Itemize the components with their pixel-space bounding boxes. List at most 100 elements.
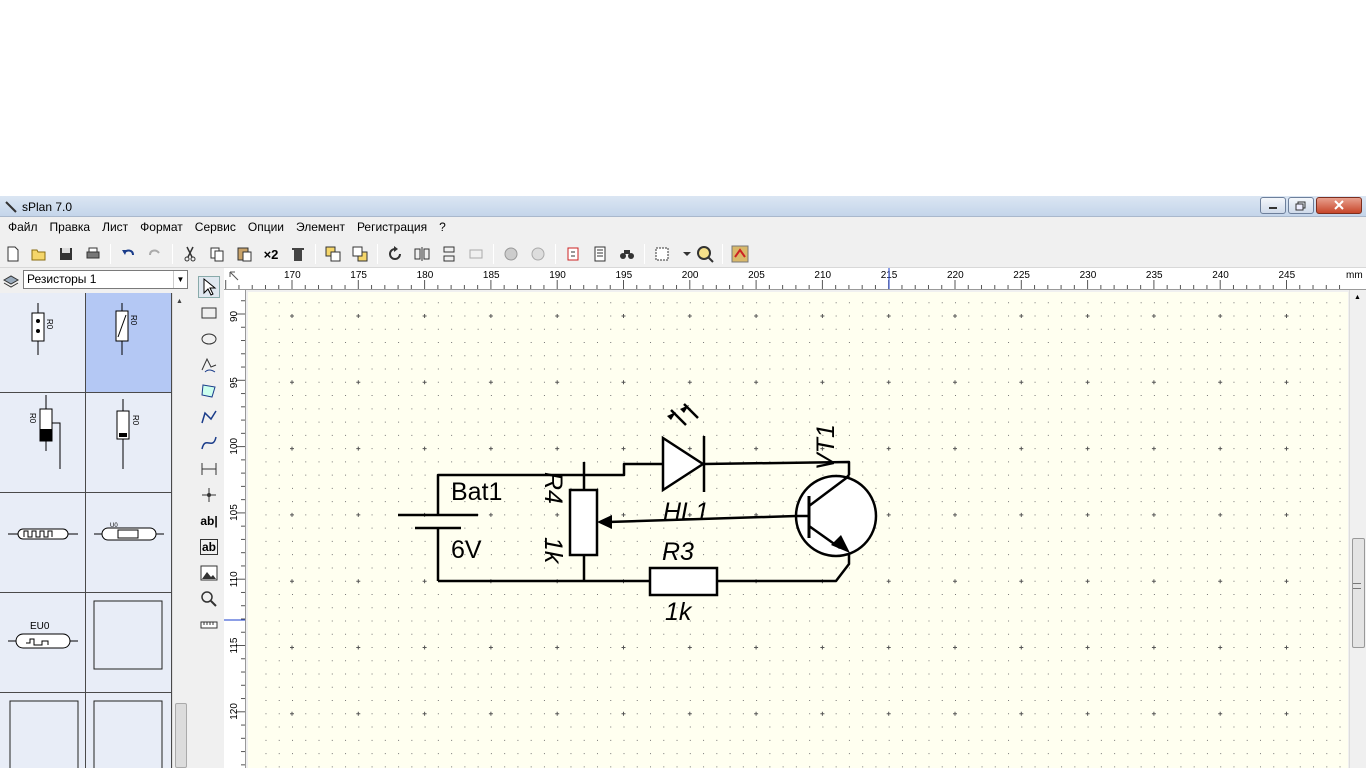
- parts-list-button[interactable]: [589, 243, 611, 265]
- menu-edit[interactable]: Правка: [44, 217, 97, 237]
- scroll-up-icon[interactable]: ▲: [176, 298, 183, 305]
- component-library: R0 R0 R0 R0 U0 EU0: [0, 293, 172, 768]
- pot-name-label: R4: [539, 472, 567, 504]
- rectangle-tool[interactable]: [198, 302, 220, 324]
- align-icon: [469, 249, 483, 259]
- polyline-tool[interactable]: [198, 406, 220, 428]
- splan-window: sPlan 7.0 Файл Правка Лист Формат Сервис…: [0, 196, 1366, 768]
- open-button[interactable]: [28, 243, 50, 265]
- menu-service[interactable]: Сервис: [189, 217, 242, 237]
- library-item-resistor-variable[interactable]: R0: [86, 293, 172, 393]
- library-item-trimmer[interactable]: R0: [0, 393, 86, 493]
- menu-registration[interactable]: Регистрация: [351, 217, 433, 237]
- ruler-icon: [200, 621, 218, 629]
- menu-element[interactable]: Элемент: [290, 217, 351, 237]
- empty-slot-frame: [93, 600, 163, 670]
- textbox-tool-label: ab: [199, 539, 218, 555]
- text-tool[interactable]: ab|: [198, 510, 220, 532]
- schematic-drawing[interactable]: Bat1 6V R4 1k HL1 R3 1k VT1: [248, 292, 1348, 768]
- numbering-button[interactable]: [562, 243, 584, 265]
- freeform-tool[interactable]: [198, 354, 220, 376]
- resistor-value-label: 1k: [665, 598, 693, 626]
- menu-options[interactable]: Опции: [242, 217, 290, 237]
- restore-button[interactable]: [1288, 197, 1314, 214]
- bezier-tool[interactable]: [198, 432, 220, 454]
- menu-file[interactable]: Файл: [2, 217, 44, 237]
- resistor-r3-body[interactable]: [648, 566, 719, 597]
- library-item-resistor-bar[interactable]: R0: [86, 393, 172, 493]
- menu-format[interactable]: Формат: [134, 217, 189, 237]
- resistor-cased-symbol: U0: [94, 523, 164, 541]
- library-selected: Резисторы 1: [27, 272, 97, 286]
- library-item-heating-element[interactable]: EU0: [0, 593, 86, 693]
- led-symbol[interactable]: [661, 403, 706, 493]
- undo-button[interactable]: [117, 243, 139, 265]
- ruler-h-label: 180: [417, 270, 434, 281]
- vertical-ruler: 90 95 100 105 110 115 120: [224, 290, 246, 768]
- mirror-h-button[interactable]: [411, 243, 433, 265]
- align-button[interactable]: [465, 243, 487, 265]
- textbox-tool[interactable]: ab: [198, 536, 220, 558]
- copy-button[interactable]: [206, 243, 228, 265]
- library-item-resistor-ribbed[interactable]: [0, 493, 86, 593]
- delete-button[interactable]: [287, 243, 309, 265]
- zoom-tool[interactable]: [198, 588, 220, 610]
- library-scrollbar[interactable]: ▲: [172, 293, 188, 768]
- search-button[interactable]: [616, 243, 638, 265]
- dimension-tool[interactable]: [198, 458, 220, 480]
- library-item-empty-1[interactable]: [86, 593, 172, 693]
- canvas-scroll-thumb[interactable]: [1352, 538, 1365, 648]
- redo-button[interactable]: [144, 243, 166, 265]
- library-dropdown[interactable]: Резисторы 1 ▼: [23, 270, 188, 289]
- send-back-button[interactable]: [349, 243, 371, 265]
- new-button[interactable]: [2, 243, 24, 265]
- grid-button[interactable]: [651, 243, 673, 265]
- ruler-h-label: 240: [1212, 270, 1229, 281]
- close-button[interactable]: [1316, 197, 1362, 214]
- bring-front-button[interactable]: [322, 243, 344, 265]
- minimize-button[interactable]: [1260, 197, 1286, 214]
- resistor-name-label: R3: [662, 538, 694, 566]
- menu-sheet[interactable]: Лист: [96, 217, 134, 237]
- select-tool[interactable]: [198, 276, 220, 298]
- menu-help[interactable]: ?: [433, 217, 452, 237]
- resistor-bar-symbol: R0: [116, 399, 140, 469]
- new-file-icon: [7, 246, 19, 262]
- rotate-button[interactable]: [384, 243, 406, 265]
- drawing-canvas[interactable]: Bat1 6V R4 1k HL1 R3 1k VT1: [248, 292, 1348, 768]
- binoculars-icon: [620, 250, 634, 259]
- potentiometer-body[interactable]: [568, 488, 599, 557]
- image-tool[interactable]: [198, 562, 220, 584]
- measure-tool[interactable]: [198, 614, 220, 636]
- library-item-label: R0: [28, 413, 37, 424]
- group-button[interactable]: [500, 243, 522, 265]
- ruler-h-label: 170: [284, 270, 301, 281]
- print-preview-button[interactable]: [729, 243, 751, 265]
- polygon-tool[interactable]: [198, 380, 220, 402]
- ungroup-button[interactable]: [527, 243, 549, 265]
- ruler-h-label: 235: [1146, 270, 1163, 281]
- save-button[interactable]: [55, 243, 77, 265]
- scroll-up-icon[interactable]: ▲: [1354, 294, 1361, 301]
- cursor-arrow-icon: [203, 277, 217, 296]
- library-item-resistor-cased[interactable]: U0: [86, 493, 172, 593]
- paste-button[interactable]: [233, 243, 255, 265]
- cut-button[interactable]: [179, 243, 201, 265]
- mirror-v-button[interactable]: [438, 243, 460, 265]
- junction-tool[interactable]: [198, 484, 220, 506]
- library-item-empty-2[interactable]: [0, 693, 86, 768]
- library-item-label: R0: [129, 315, 138, 326]
- library-scroll-thumb[interactable]: [175, 703, 187, 768]
- polygon-icon: [201, 384, 216, 398]
- duplicate-button[interactable]: ×2: [260, 243, 282, 265]
- ungroup-icon: [531, 247, 545, 261]
- zoom-fit-button[interactable]: [694, 243, 716, 265]
- ruler-h-label: 190: [549, 270, 566, 281]
- library-item-resistor-fixed[interactable]: R0: [0, 293, 86, 393]
- transistor-symbol[interactable]: [794, 474, 878, 558]
- drawing-tools: ab| ab: [196, 270, 222, 768]
- library-item-empty-3[interactable]: [86, 693, 172, 768]
- print-button[interactable]: [82, 243, 104, 265]
- canvas-vertical-scrollbar[interactable]: ▲: [1349, 290, 1366, 768]
- ellipse-tool[interactable]: [198, 328, 220, 350]
